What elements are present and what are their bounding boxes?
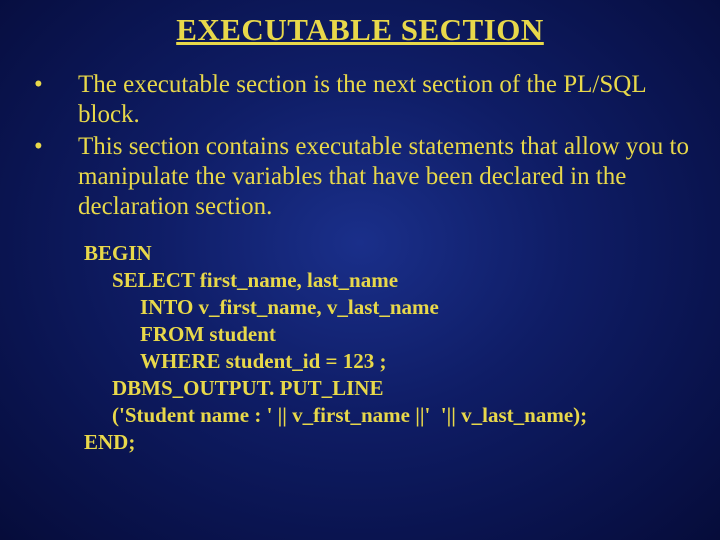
- bullet-dot-icon: •: [30, 70, 78, 130]
- bullet-dot-icon: •: [30, 132, 78, 222]
- code-line: END;: [84, 429, 690, 456]
- bullet-item: • This section contains executable state…: [30, 132, 690, 222]
- code-block: BEGIN SELECT first_name, last_name INTO …: [84, 240, 690, 456]
- code-line: DBMS_OUTPUT. PUT_LINE: [84, 375, 690, 402]
- code-line: SELECT first_name, last_name: [84, 267, 690, 294]
- slide-title: EXECUTABLE SECTION: [30, 12, 690, 48]
- bullet-item: • The executable section is the next sec…: [30, 70, 690, 130]
- code-line: ('Student name : ' || v_first_name ||' '…: [84, 402, 690, 429]
- bullet-list: • The executable section is the next sec…: [30, 70, 690, 222]
- code-line: FROM student: [84, 321, 690, 348]
- bullet-text: This section contains executable stateme…: [78, 132, 690, 222]
- code-line: INTO v_first_name, v_last_name: [84, 294, 690, 321]
- slide: EXECUTABLE SECTION • The executable sect…: [0, 0, 720, 540]
- bullet-text: The executable section is the next secti…: [78, 70, 690, 130]
- code-line: BEGIN: [84, 240, 690, 267]
- code-line: WHERE student_id = 123 ;: [84, 348, 690, 375]
